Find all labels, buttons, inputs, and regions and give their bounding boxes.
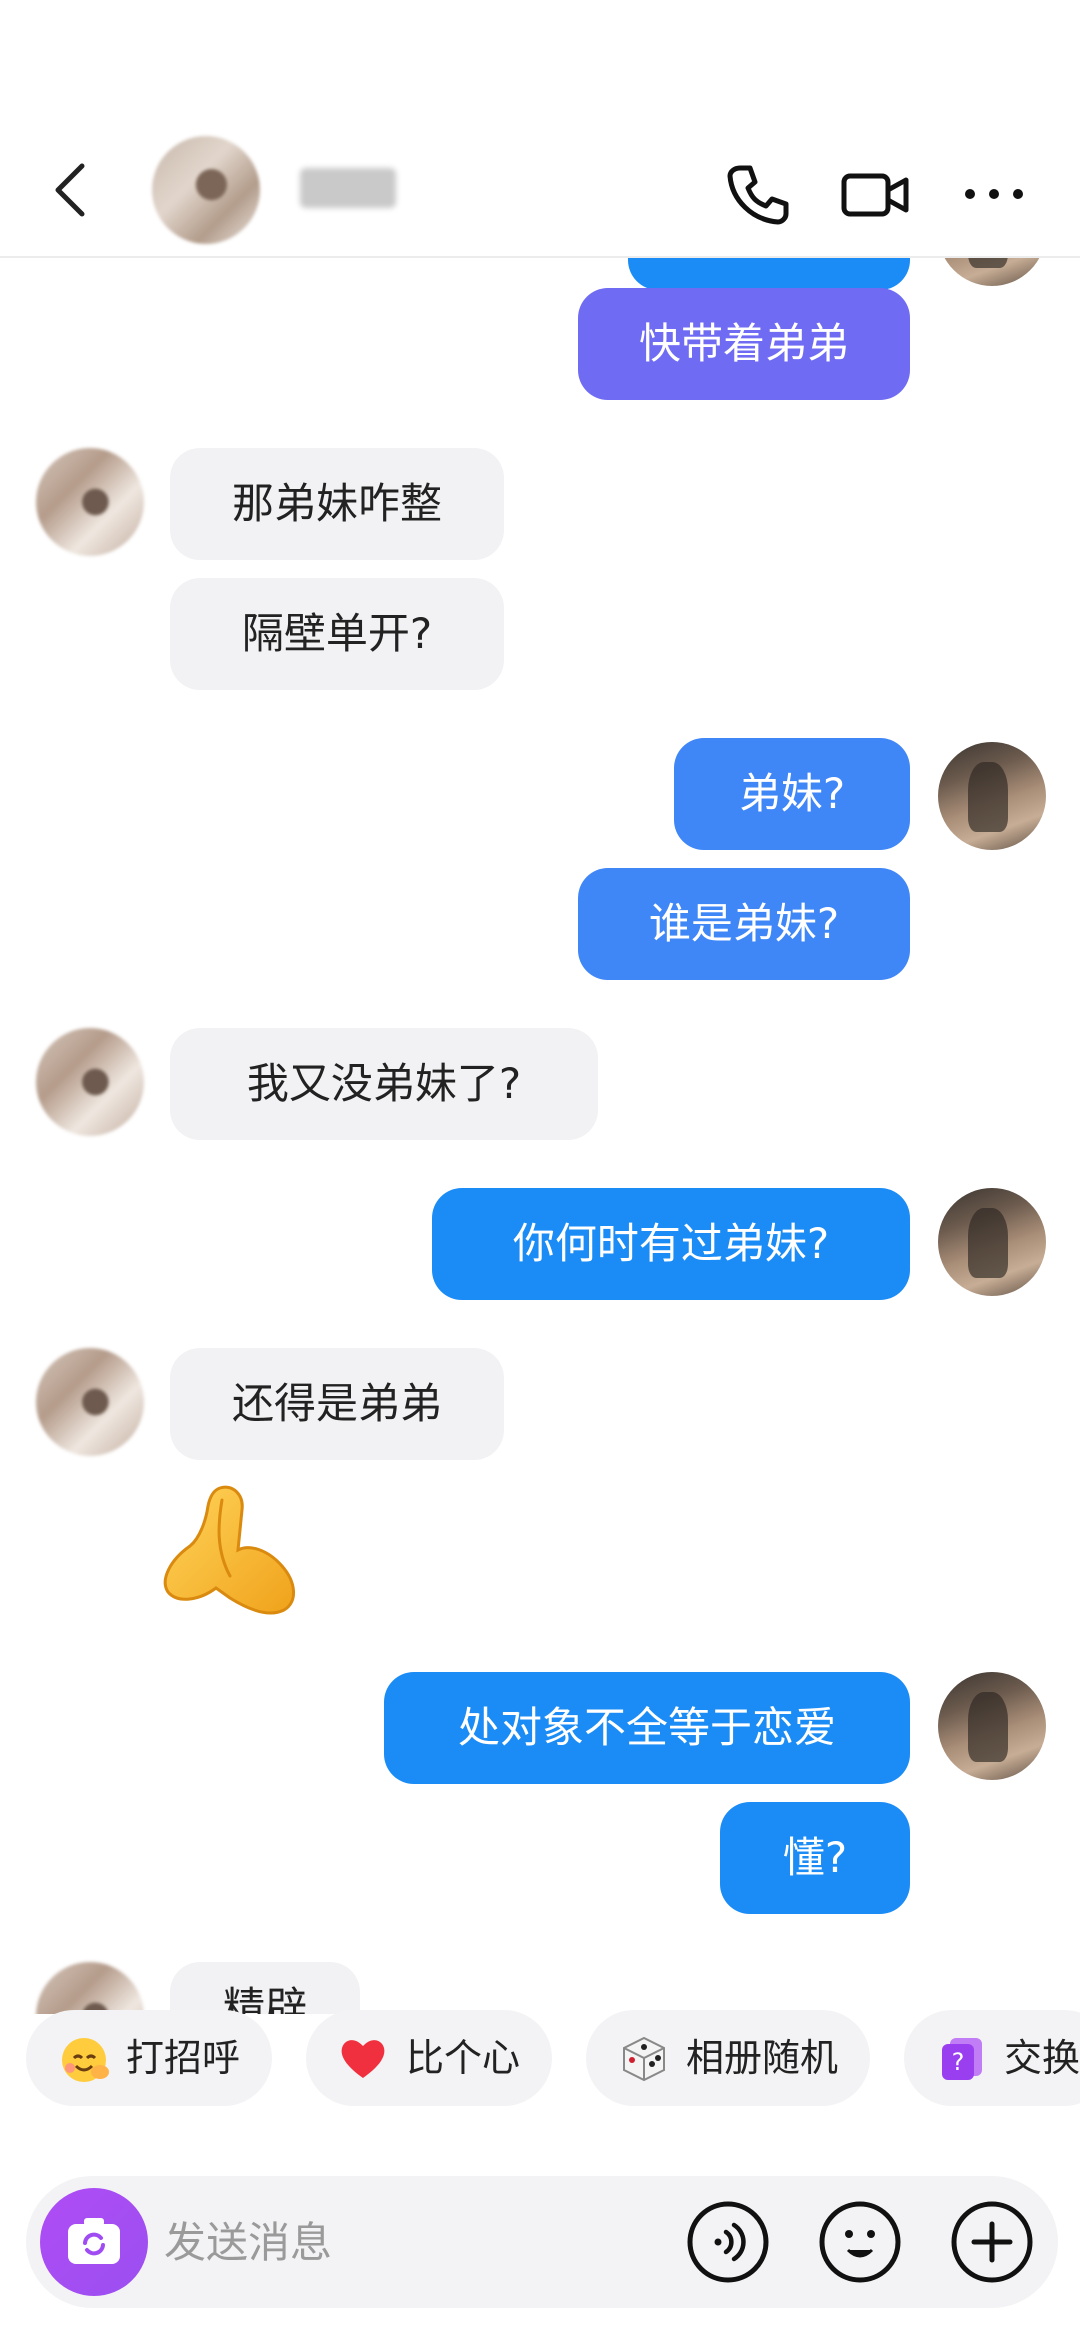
message-bubble-in[interactable]: 隔壁单开? [170,578,504,690]
my-avatar[interactable] [938,258,1046,286]
message-bubble-in[interactable]: 精辟 [170,1962,360,2014]
quick-reply-chip[interactable]: 相册随机 [586,2010,871,2106]
my-avatar[interactable] [938,742,1046,850]
contact-avatar[interactable] [36,1028,144,1136]
message-bubble-in[interactable]: 我又没弟妹了? [170,1028,598,1140]
emoji-face-icon[interactable] [818,2200,902,2284]
waving-face-icon [62,2038,109,2082]
phone-icon[interactable] [722,158,794,230]
message-bubble-out[interactable]: 你何时有过弟妹? [432,1188,910,1300]
message-bubble-in[interactable]: 还得是弟弟 [170,1348,504,1460]
camera-button[interactable] [40,2188,148,2296]
more-dots-icon[interactable] [958,158,1030,230]
chip-label: 比个心 [406,2036,521,2080]
chip-label: 相册随机 [686,2036,839,2080]
video-camera-icon[interactable] [840,158,912,230]
message-input[interactable] [164,2206,684,2278]
praying-hands-emoji[interactable] [160,1480,320,1620]
dice-icon [623,2036,665,2082]
contact-name[interactable] [300,168,396,208]
svg-text:?: ? [952,2048,965,2076]
message-bubble-in[interactable]: 那弟妹咋整 [170,448,504,560]
question-cards-icon: ? [942,2038,982,2080]
quick-reply-chip[interactable]: ? 交换 [904,2010,1080,2106]
message-bubble-out[interactable]: 懂? [720,1802,910,1914]
quick-reply-chip[interactable]: 比个心 [306,2010,553,2106]
contact-avatar[interactable] [36,1348,144,1456]
chip-label: 交换 [1004,2036,1080,2080]
quick-reply-bar: 打招呼 比个心 相册随机 ? 交换 [0,2010,1080,2110]
red-heart-icon [341,2040,385,2078]
plus-icon[interactable] [950,2200,1034,2284]
message-bubble-out[interactable]: 处对象不全等于恋爱 [384,1672,910,1784]
message-bubble-out[interactable]: 快带着弟弟 [578,288,910,400]
message-input-bar [26,2176,1058,2308]
message-bubble-out[interactable]: 谁是弟妹? [578,868,910,980]
back-arrow-icon[interactable] [48,158,96,222]
camera-icon [68,2218,120,2264]
contact-avatar[interactable] [36,448,144,556]
contact-avatar[interactable] [152,136,260,244]
my-avatar[interactable] [938,1672,1046,1780]
contact-avatar[interactable] [36,1962,144,2014]
chip-label: 打招呼 [126,2036,241,2080]
message-list[interactable]: 快带着弟弟 那弟妹咋整 隔壁单开? 弟妹? 谁是弟妹? 我又没弟妹了? 你何时有… [0,258,1080,2014]
my-avatar[interactable] [938,1188,1046,1296]
chat-header [0,0,1080,258]
message-bubble-out[interactable]: 弟妹? [674,738,910,850]
quick-reply-chip[interactable]: 打招呼 [26,2010,273,2106]
message-bubble-out[interactable] [628,258,910,290]
voice-icon[interactable] [686,2200,770,2284]
